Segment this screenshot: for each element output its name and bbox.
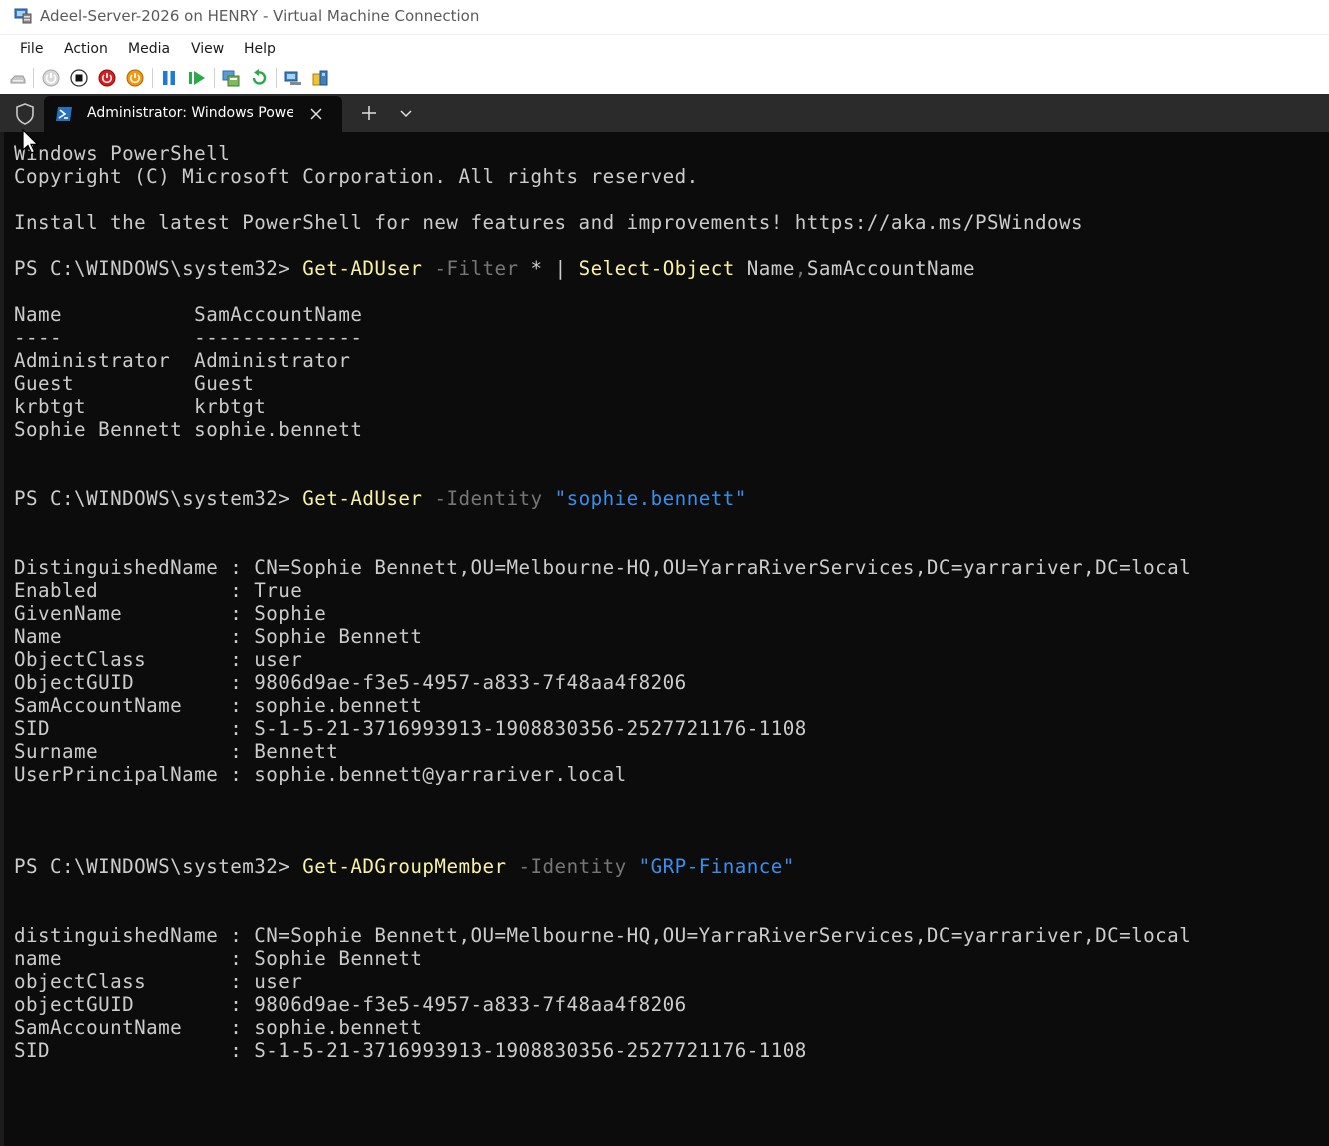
- property-line: objectGUID : 9806d9ae-f3e5-4957-a833-7f4…: [14, 993, 687, 1016]
- property-line: distinguishedName : CN=Sophie Bennett,OU…: [14, 924, 1192, 947]
- menu-file[interactable]: File: [20, 41, 43, 57]
- close-icon[interactable]: [308, 106, 324, 122]
- virtual-machine-icon: [14, 8, 32, 24]
- pause-icon[interactable]: [160, 69, 178, 87]
- property-line: SID : S-1-5-21-3716993913-1908830356-252…: [14, 717, 807, 740]
- cmdlet-get-adgroupmember: Get-ADGroupMember: [302, 855, 507, 878]
- terminal-output[interactable]: Windows PowerShell Copyright (C) Microso…: [0, 132, 1329, 1146]
- tab-title: Administrator: Windows PowerShell: [87, 105, 293, 121]
- property-line: GivenName : Sophie: [14, 602, 327, 625]
- property-line: name : Sophie Bennett: [14, 947, 423, 970]
- table-row: Sophie Bennett sophie.bennett: [14, 418, 363, 441]
- property-line: ObjectGUID : 9806d9ae-f3e5-4957-a833-7f4…: [14, 671, 687, 694]
- filter-arg: *: [530, 257, 543, 280]
- prompt: PS C:\WINDOWS\system32>: [14, 487, 303, 510]
- table-header: Name SamAccountName: [14, 303, 363, 326]
- mouse-cursor-icon: [22, 129, 39, 154]
- cmdlet-get-aduser: Get-AdUser: [302, 487, 423, 510]
- resume-icon[interactable]: [188, 69, 206, 87]
- console-text: Windows PowerShell Copyright (C) Microso…: [14, 142, 1191, 1062]
- property-line: Name : Sophie Bennett: [14, 625, 423, 648]
- property-line: SamAccountName : sophie.bennett: [14, 1016, 423, 1039]
- shut-down-icon[interactable]: [98, 69, 116, 87]
- menu-help[interactable]: Help: [244, 41, 276, 57]
- prompt: PS C:\WINDOWS\system32>: [14, 855, 303, 878]
- table-divider: ---- --------------: [14, 326, 363, 349]
- identity-string: "sophie.bennett": [554, 487, 747, 510]
- menu-view[interactable]: View: [191, 41, 224, 57]
- revert-icon[interactable]: [250, 69, 268, 87]
- new-tab-plus-icon[interactable]: [360, 104, 378, 122]
- param-identity: -Identity: [518, 855, 627, 878]
- property-line: SamAccountName : sophie.bennett: [14, 694, 423, 717]
- toolbar-separator: [276, 68, 277, 88]
- chevron-down-icon[interactable]: [398, 106, 414, 120]
- prompt: PS C:\WINDOWS\system32>: [14, 257, 303, 280]
- property-line: DistinguishedName : CN=Sophie Bennett,OU…: [14, 556, 1192, 579]
- menu-action[interactable]: Action: [64, 41, 108, 57]
- ctrl-alt-del-icon[interactable]: [9, 69, 27, 87]
- property-line: Surname : Bennett: [14, 740, 339, 763]
- param-identity: -Identity: [434, 487, 543, 510]
- shield-icon[interactable]: [15, 103, 35, 125]
- terminal-tab-strip: Administrator: Windows PowerShell: [0, 94, 1329, 132]
- powershell-icon: [56, 107, 72, 121]
- cmdlet-get-aduser: Get-ADUser: [302, 257, 423, 280]
- cmdlet-select-object: Select-Object: [578, 257, 735, 280]
- window-title: Adeel-Server-2026 on HENRY - Virtual Mac…: [40, 7, 480, 25]
- copyright-line: Copyright (C) Microsoft Corporation. All…: [14, 165, 699, 188]
- window-title-bar[interactable]: Adeel-Server-2026 on HENRY - Virtual Mac…: [0, 0, 1329, 34]
- property-line: objectClass : user: [14, 970, 303, 993]
- install-hint-line: Install the latest PowerShell for new fe…: [14, 211, 1084, 234]
- toolbar-separator: [152, 68, 153, 88]
- select-arg: Name: [746, 257, 795, 280]
- share-icon[interactable]: [311, 69, 329, 87]
- checkpoint-icon[interactable]: [222, 69, 240, 87]
- property-line: SID : S-1-5-21-3716993913-1908830356-252…: [14, 1039, 807, 1062]
- property-line: Enabled : True: [14, 579, 303, 602]
- select-arg: SamAccountName: [806, 257, 976, 280]
- toolbar: [0, 62, 1329, 95]
- identity-string: "GRP-Finance": [638, 855, 795, 878]
- start-icon[interactable]: [42, 69, 60, 87]
- table-row: Guest Guest: [14, 372, 255, 395]
- toolbar-separator: [214, 68, 215, 88]
- menu-media[interactable]: Media: [128, 41, 170, 57]
- property-line: ObjectClass : user: [14, 648, 303, 671]
- table-row: Administrator Administrator: [14, 349, 351, 372]
- enhanced-session-icon[interactable]: [284, 69, 302, 87]
- property-line: UserPrincipalName : sophie.bennett@yarra…: [14, 763, 627, 786]
- menu-bar: File Action Media View Help: [0, 34, 1329, 63]
- pipe-operator: |: [554, 257, 567, 280]
- arg-comma: ,: [794, 257, 807, 280]
- table-row: krbtgt krbtgt: [14, 395, 267, 418]
- banner-line: Windows PowerShell: [14, 142, 231, 165]
- turn-off-icon[interactable]: [70, 69, 88, 87]
- param-filter: -Filter: [434, 257, 519, 280]
- toolbar-separator: [33, 68, 34, 88]
- tab-powershell[interactable]: Administrator: Windows PowerShell: [44, 96, 342, 132]
- save-icon[interactable]: [126, 69, 144, 87]
